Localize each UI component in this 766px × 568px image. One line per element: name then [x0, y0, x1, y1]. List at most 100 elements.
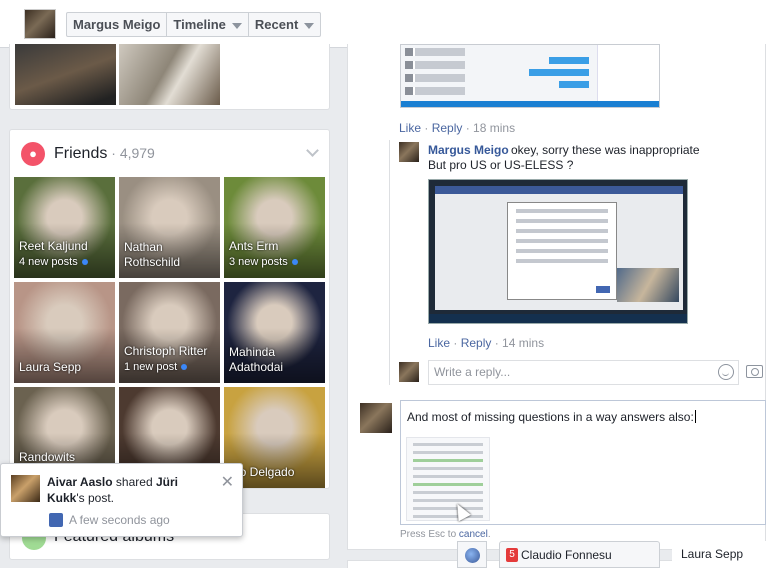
- screenshot-sidebar: [597, 45, 659, 103]
- attachment-line: [413, 451, 483, 454]
- new-post-dot: [291, 258, 298, 265]
- friend-new-posts: 1 new post: [124, 361, 178, 373]
- photo-thumbnail[interactable]: [119, 44, 220, 105]
- screenshot-line: [516, 209, 608, 213]
- chat-tab-name: Laura Sepp: [681, 547, 744, 561]
- friend-name-label: Ants Erm: [229, 239, 279, 253]
- cancel-link[interactable]: cancel: [459, 529, 488, 540]
- reply-input[interactable]: Write a reply...: [428, 360, 739, 385]
- attachment-line: [413, 475, 483, 478]
- new-post-dot: [81, 258, 88, 265]
- screenshot-line: [516, 229, 608, 233]
- breadcrumb: Margus Meigo Timeline Recent: [66, 12, 322, 37]
- screenshot-button: [596, 286, 610, 293]
- attachment-line: [413, 467, 483, 470]
- breadcrumb-timeline[interactable]: Timeline: [167, 13, 249, 36]
- chevron-down-icon[interactable]: [306, 144, 319, 157]
- attached-screenshot[interactable]: [428, 179, 688, 324]
- new-post-dot: [181, 363, 188, 370]
- screenshot-row: [405, 48, 465, 56]
- like-link[interactable]: Like: [428, 336, 450, 350]
- avatar[interactable]: [399, 142, 419, 162]
- photo-thumbnail[interactable]: [15, 44, 116, 105]
- escape-hint-prefix: Press Esc to: [400, 529, 459, 540]
- friend-name: Laura Sepp: [19, 360, 111, 375]
- comment-author[interactable]: Margus Meigo: [428, 143, 509, 157]
- reply-link[interactable]: Reply: [461, 336, 492, 350]
- photos-card: [9, 44, 330, 110]
- avatar: [399, 362, 419, 382]
- friend-tile[interactable]: Christoph Ritter 1 new post: [119, 282, 220, 383]
- friend-name-label: Laura Sepp: [19, 360, 82, 374]
- attachment-line: [413, 507, 483, 510]
- compose-text-value: And most of missing questions in a way a…: [407, 410, 694, 424]
- attachment-line: [413, 459, 483, 462]
- screenshot-bubble: [559, 81, 589, 88]
- like-link[interactable]: Like: [399, 121, 421, 135]
- chat-tab[interactable]: Laura Sepp: [672, 541, 766, 568]
- compose-text[interactable]: And most of missing questions in a way a…: [407, 410, 696, 424]
- notification-time: A few seconds ago: [69, 513, 170, 527]
- camera-icon[interactable]: [746, 365, 763, 378]
- friend-name-label: Reet Kaljund: [19, 239, 88, 253]
- breadcrumb-profile[interactable]: Margus Meigo: [67, 13, 168, 36]
- screenshot-bubble: [549, 57, 589, 64]
- profile-header-bar: Margus Meigo Timeline Recent: [0, 0, 766, 48]
- close-icon[interactable]: ✕: [221, 472, 234, 492]
- friend-tile[interactable]: Nathan Rothschild: [119, 177, 220, 278]
- emoji-icon[interactable]: [718, 364, 734, 380]
- unread-badge: 5: [506, 548, 518, 562]
- attachment-line: [413, 443, 483, 446]
- attachment-preview[interactable]: [406, 437, 490, 521]
- screenshot-image: [617, 268, 679, 302]
- friend-tile[interactable]: Laura Sepp: [14, 282, 115, 383]
- profile-avatar[interactable]: [24, 9, 56, 39]
- screenshot-row: [405, 74, 465, 82]
- friends-count-value: 4,979: [119, 145, 155, 161]
- reply-thread-line: [389, 140, 390, 385]
- reply-link[interactable]: Reply: [432, 121, 463, 135]
- screenshot-dialog: [507, 202, 617, 300]
- screenshot-page: [435, 186, 683, 310]
- notification-actor: Aivar Aaslo: [47, 475, 113, 489]
- comment-time: 14 mins: [502, 336, 545, 350]
- friend-name-label: Nathan Rothschild: [124, 240, 181, 269]
- friend-tile[interactable]: Ants Erm 3 new posts: [224, 177, 325, 278]
- attachment-line: [413, 491, 483, 494]
- friend-name-label: Christoph Ritter: [124, 344, 208, 358]
- attachment-line: [413, 515, 483, 518]
- chevron-down-icon: [231, 22, 242, 29]
- screenshot-header: [435, 186, 683, 194]
- breadcrumb-profile-label: Margus Meigo: [73, 17, 161, 32]
- screenshot-line: [516, 219, 608, 223]
- chat-tab[interactable]: 5 Claudio Fonnesu: [499, 541, 660, 568]
- friends-card: ● Friends · 4,979 Reet Kaljund 4 new post…: [9, 129, 330, 489]
- chat-globe-button[interactable]: [457, 541, 487, 568]
- breadcrumb-recent[interactable]: Recent: [249, 13, 320, 36]
- attachment-line: [413, 499, 483, 502]
- notification-suffix: 's post.: [76, 491, 114, 505]
- chat-tab-name: Claudio Fonnesu: [521, 548, 612, 562]
- screenshot-bubble: [529, 69, 589, 76]
- attached-screenshot[interactable]: [400, 44, 660, 108]
- comment-text: okey, sorry these was inappropriate: [511, 143, 700, 157]
- notification-popup[interactable]: Aivar Aaslo shared Jüri Kukk's post. ✕ A…: [0, 463, 243, 537]
- screenshot-line: [516, 259, 608, 263]
- text-caret: [694, 410, 696, 423]
- comment-actions: Like · Reply · 14 mins: [428, 336, 545, 350]
- friends-title-label: Friends: [54, 145, 108, 162]
- friends-title[interactable]: Friends · 4,979: [54, 145, 155, 163]
- breadcrumb-recent-label: Recent: [254, 17, 299, 32]
- friend-name: Mahinda Adathodai: [229, 345, 299, 375]
- screenshot-line: [516, 239, 608, 243]
- friend-tile[interactable]: Reet Kaljund 4 new posts: [14, 177, 115, 278]
- comment-text: But pro US or US-ELESS ?: [428, 158, 574, 172]
- friend-tile[interactable]: Mahinda Adathodai: [224, 282, 325, 383]
- friend-name: Christoph Ritter 1 new post: [124, 344, 216, 375]
- friend-name: Ants Erm 3 new posts: [229, 239, 321, 270]
- escape-hint: Press Esc to cancel.: [400, 529, 491, 540]
- friends-count: · 4,979: [107, 145, 155, 161]
- avatar: [360, 403, 392, 433]
- friend-name-label: Mahinda Adathodai: [229, 345, 284, 374]
- attachment-line: [413, 483, 483, 486]
